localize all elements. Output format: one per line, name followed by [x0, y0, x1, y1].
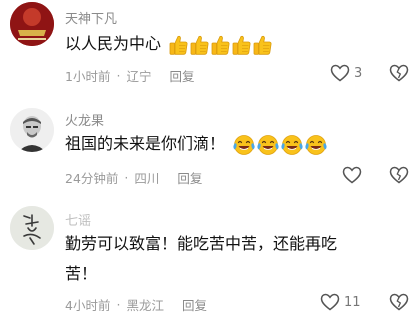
thumbs-up-icon — [169, 35, 188, 55]
comment-username[interactable]: 火龙果 — [65, 110, 104, 129]
thumbs-up-icon — [232, 35, 251, 55]
reply-button[interactable]: 回复 — [177, 168, 202, 187]
separator-dot: · — [116, 68, 121, 83]
avatar-image — [10, 108, 54, 152]
dislike-button[interactable] — [388, 64, 410, 86]
comment-text-body: 以人民为中心 — [65, 34, 162, 53]
comment-location: 辽宁 — [126, 69, 152, 84]
comment-text: 勤劳可以致富！能吃苦中苦，还能再吃 苦！ — [65, 231, 337, 287]
comment-username[interactable]: 七谣 — [65, 210, 91, 229]
thumbs-up-icon — [211, 35, 230, 55]
thumbs-up-icon — [190, 35, 209, 55]
thumbs-up-icon — [253, 35, 272, 55]
comment-text-container: 祖国的未来是你们滴！ — [65, 131, 328, 157]
comment-time: 4小时前 — [65, 298, 111, 313]
heart-icon — [330, 64, 350, 82]
heart-icon — [320, 293, 340, 311]
separator-dot: · — [124, 170, 129, 185]
comment-location: 四川 — [134, 171, 160, 186]
laugh-cry-icon — [233, 134, 255, 155]
avatar-image — [10, 206, 54, 250]
like-button[interactable]: 3 — [330, 64, 362, 82]
like-button[interactable] — [342, 166, 366, 184]
emoji-row — [232, 134, 328, 155]
comment-meta: 24分钟前 · 四川 回复 — [65, 168, 202, 187]
like-count: 11 — [344, 294, 361, 310]
broken-heart-icon — [389, 293, 409, 311]
like-button[interactable]: 11 — [320, 293, 361, 311]
comment-meta: 1小时前 · 辽宁 回复 — [65, 66, 194, 85]
comment-meta: 4小时前 · 黑龙江 回复 — [65, 295, 207, 314]
comment-item: 七谣 勤劳可以致富！能吃苦中苦，还能再吃 苦！ 4小时前 · 黑龙江 回复 11 — [0, 196, 415, 322]
comment-username[interactable]: 天神下凡 — [65, 8, 117, 27]
reply-button[interactable]: 回复 — [182, 295, 207, 314]
emoji-row — [168, 34, 273, 55]
broken-heart-icon — [389, 64, 409, 82]
avatar[interactable] — [10, 2, 54, 46]
broken-heart-icon — [389, 166, 409, 184]
like-count: 3 — [354, 65, 363, 81]
comment-text: 以人民为中心 — [65, 31, 273, 57]
separator-dot: · — [116, 297, 121, 312]
avatar-image — [10, 2, 54, 46]
comment-time: 24分钟前 — [65, 171, 119, 186]
comment-text-body: 祖国的未来是你们滴！ — [65, 134, 226, 153]
heart-icon — [342, 166, 362, 184]
comment-item: 天神下凡 以人民为中心 1小时前 · 辽宁 回复 3 — [0, 0, 415, 96]
reply-button[interactable]: 回复 — [169, 66, 194, 85]
laugh-cry-icon — [305, 134, 327, 155]
dislike-button[interactable] — [388, 166, 410, 188]
comment-text-line: 苦！ — [65, 264, 98, 283]
avatar[interactable] — [10, 206, 54, 250]
comment-time: 1小时前 — [65, 69, 111, 84]
comment-item: 火龙果 祖国的未来是你们滴！ 24分钟前 · 四川 回复 — [0, 100, 415, 192]
dislike-button[interactable] — [388, 293, 410, 315]
laugh-cry-icon — [281, 134, 303, 155]
comment-text-line: 勤劳可以致富！能吃苦中苦，还能再吃 — [65, 234, 338, 253]
comment-location: 黑龙江 — [126, 298, 164, 313]
avatar[interactable] — [10, 108, 54, 152]
laugh-cry-icon — [257, 134, 279, 155]
